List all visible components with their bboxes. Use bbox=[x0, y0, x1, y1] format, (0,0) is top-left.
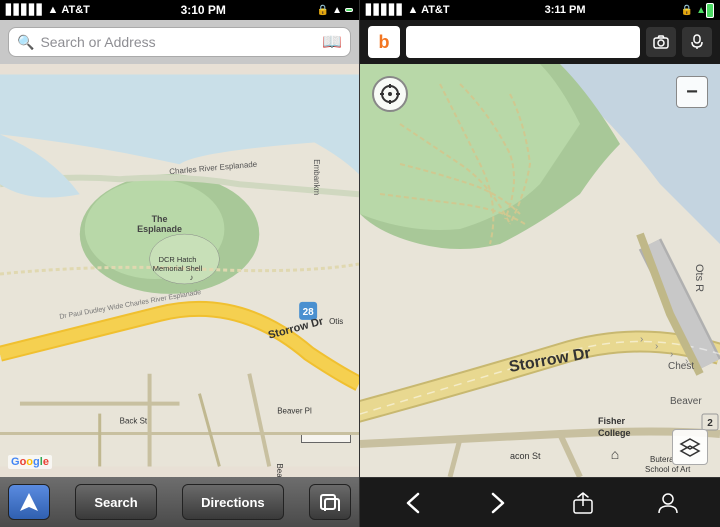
right-lock-icon: 🔒 bbox=[681, 5, 693, 16]
left-bottom-bar: Search Directions bbox=[0, 477, 359, 527]
microphone-icon-btn[interactable] bbox=[682, 27, 712, 57]
right-wifi-icon: ▲ bbox=[408, 4, 419, 16]
right-battery-icon bbox=[706, 3, 714, 18]
right-carrier-area: ▋▋▋▋▋ ▲ AT&T bbox=[366, 4, 450, 16]
svg-text:Back St: Back St bbox=[120, 417, 148, 426]
right-time: 3:11 PM bbox=[545, 4, 586, 16]
zoom-out-button[interactable]: − bbox=[676, 76, 708, 108]
svg-text:College: College bbox=[598, 428, 631, 438]
left-battery-icon bbox=[345, 8, 353, 12]
svg-text:Chest: Chest bbox=[668, 361, 694, 372]
left-search-placeholder: Search or Address bbox=[40, 34, 316, 50]
bing-logo: b bbox=[368, 26, 400, 58]
left-wifi-icon: ▲ bbox=[47, 4, 58, 16]
left-status-bar: ▋▋▋▋▋ ▲ AT&T 3:10 PM 🔒 ▲ bbox=[0, 0, 359, 20]
svg-text:›: › bbox=[655, 341, 658, 352]
right-phone: ▋▋▋▋▋ ▲ AT&T 3:11 PM 🔒 ▲ b bbox=[360, 0, 720, 527]
locate-button[interactable] bbox=[8, 484, 50, 520]
locate-button-right[interactable] bbox=[372, 76, 408, 112]
svg-text:Butera: Butera bbox=[650, 455, 674, 464]
google-logo: Google bbox=[8, 455, 52, 469]
profile-button[interactable] bbox=[646, 485, 690, 521]
right-search-input[interactable] bbox=[406, 26, 640, 58]
left-carrier-area: ▋▋▋▋▋ ▲ AT&T bbox=[6, 4, 90, 16]
left-gps-icon: ▲ bbox=[332, 5, 342, 16]
right-map[interactable]: › › › › Storrow Dr Ots R Chest bbox=[360, 64, 720, 477]
left-time: 3:10 PM bbox=[181, 3, 226, 17]
svg-text:Ots R: Ots R bbox=[693, 264, 705, 292]
svg-text:Fisher: Fisher bbox=[598, 416, 626, 426]
left-signal-icon: ▋▋▋▋▋ bbox=[6, 5, 44, 16]
search-button[interactable]: Search bbox=[75, 484, 156, 520]
left-bookmark-icon: 📖 bbox=[322, 32, 342, 52]
left-phone: ▋▋▋▋▋ ▲ AT&T 3:10 PM 🔒 ▲ 🔍 Search or Add… bbox=[0, 0, 360, 527]
svg-text:28: 28 bbox=[303, 307, 315, 318]
svg-text:Beaver Pl: Beaver Pl bbox=[277, 407, 312, 416]
svg-text:⌂: ⌂ bbox=[611, 446, 619, 462]
left-right-status: 🔒 ▲ bbox=[317, 5, 353, 16]
svg-text:acon St: acon St bbox=[510, 451, 541, 461]
svg-text:Beaver: Beaver bbox=[670, 396, 702, 407]
right-gps-icon: ▲ bbox=[696, 5, 706, 16]
svg-text:Embankm: Embankm bbox=[312, 159, 321, 195]
left-search-icon: 🔍 bbox=[17, 34, 34, 51]
svg-text:♪: ♪ bbox=[189, 273, 193, 282]
svg-text:Otis: Otis bbox=[329, 317, 343, 326]
right-search-bar: b bbox=[360, 20, 720, 64]
right-right-status: 🔒 ▲ bbox=[681, 4, 714, 16]
left-search-bar: 🔍 Search or Address 📖 bbox=[0, 20, 359, 64]
left-search-input-container[interactable]: 🔍 Search or Address 📖 bbox=[8, 27, 351, 57]
left-map[interactable]: 28 The Esplanade DCR Hatch Memorial Shel… bbox=[0, 64, 359, 477]
left-lock-icon: 🔒 bbox=[317, 5, 329, 16]
scale-bar bbox=[301, 435, 351, 443]
page-button[interactable] bbox=[309, 484, 351, 520]
svg-text:The: The bbox=[152, 214, 168, 224]
forward-button[interactable] bbox=[476, 485, 520, 521]
svg-text:DCR Hatch: DCR Hatch bbox=[159, 255, 197, 264]
svg-text:Esplanade: Esplanade bbox=[137, 224, 182, 234]
svg-text:›: › bbox=[670, 349, 673, 360]
directions-button[interactable]: Directions bbox=[182, 484, 284, 520]
svg-text:Memorial Shell: Memorial Shell bbox=[153, 264, 203, 273]
camera-icon-btn[interactable] bbox=[646, 27, 676, 57]
svg-text:›: › bbox=[640, 334, 643, 345]
layers-button[interactable] bbox=[672, 429, 708, 465]
back-button[interactable] bbox=[391, 485, 435, 521]
right-signal-icon: ▋▋▋▋▋ bbox=[366, 5, 404, 16]
right-status-bar: ▋▋▋▋▋ ▲ AT&T 3:11 PM 🔒 ▲ bbox=[360, 0, 720, 20]
right-search-icons bbox=[646, 27, 712, 57]
left-carrier-label: AT&T bbox=[61, 4, 90, 16]
svg-text:School of Art: School of Art bbox=[645, 465, 691, 474]
right-bottom-bar bbox=[360, 477, 720, 527]
svg-text:2: 2 bbox=[707, 418, 713, 429]
share-button[interactable] bbox=[561, 485, 605, 521]
svg-text:Beaver: Beaver bbox=[275, 463, 284, 477]
right-carrier-label: AT&T bbox=[421, 4, 450, 16]
